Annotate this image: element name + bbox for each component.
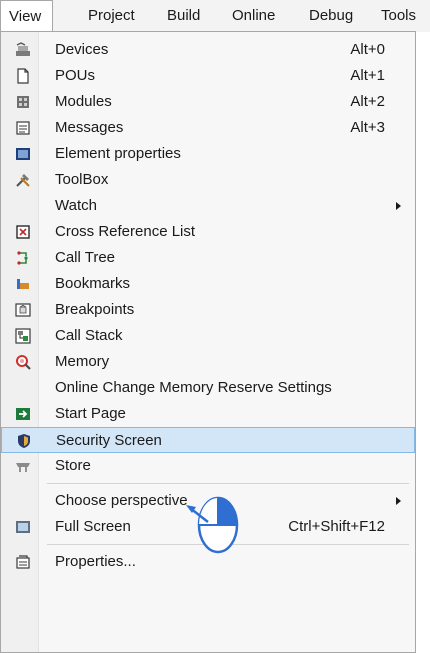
menu-item-cross-reference-list[interactable]: Cross Reference List — [1, 219, 415, 245]
view-dropdown-menu: Devices Alt+0 POUs Alt+1 Modules Alt+2 M… — [0, 31, 416, 653]
memory-icon — [16, 355, 31, 370]
start-page-icon — [16, 408, 30, 420]
menu-item-online-change-memory-reserve-settings[interactable]: Online Change Memory Reserve Settings — [1, 375, 415, 401]
menu-item-choose-perspective[interactable]: Choose perspective — [1, 488, 415, 514]
menu-item-security-screen[interactable]: Security Screen — [1, 427, 415, 453]
bookmarks-icon — [17, 279, 29, 289]
full-screen-icon — [16, 521, 30, 533]
menu-item-shortcut: Alt+0 — [350, 41, 385, 58]
menu-item-shortcut: Alt+2 — [350, 93, 385, 110]
menu-item-label: POUs — [55, 67, 96, 84]
menu-debug[interactable]: Debug — [309, 0, 353, 32]
menu-item-label: Start Page — [55, 405, 126, 422]
menu-item-label: Properties... — [55, 553, 136, 570]
devices-icon — [16, 42, 30, 56]
menu-item-label: Call Tree — [55, 249, 116, 266]
menu-item-properties[interactable]: Properties... — [1, 549, 415, 575]
menu-separator — [47, 483, 409, 484]
menu-item-shortcut: Ctrl+Shift+F12 — [288, 518, 385, 535]
pous-icon — [17, 68, 29, 84]
menu-item-store[interactable]: Store — [1, 453, 415, 479]
menu-item-label: Watch — [55, 197, 97, 214]
menu-item-call-stack[interactable]: Call Stack — [1, 323, 415, 349]
menu-item-breakpoints[interactable]: Breakpoints — [1, 297, 415, 323]
element-properties-icon — [16, 148, 30, 160]
menu-item-label: Messages — [55, 119, 124, 136]
menu-item-label: Modules — [55, 93, 112, 110]
toolbox-icon — [16, 174, 30, 187]
menu-item-label: ToolBox — [55, 171, 109, 188]
menu-tools[interactable]: Tools — [381, 0, 416, 32]
menu-item-shortcut: Alt+1 — [350, 67, 385, 84]
security-shield-icon — [18, 434, 30, 448]
menu-separator — [47, 544, 409, 545]
menu-item-label: Breakpoints — [55, 301, 135, 318]
menu-item-call-tree[interactable]: Call Tree — [1, 245, 415, 271]
messages-icon — [16, 121, 30, 135]
menu-item-label: Call Stack — [55, 327, 123, 344]
menu-bar: View Project Build Online Debug Tools — [0, 0, 430, 32]
menu-item-memory[interactable]: Memory — [1, 349, 415, 375]
menu-item-bookmarks[interactable]: Bookmarks — [1, 271, 415, 297]
cross-reference-icon — [16, 225, 30, 239]
menu-item-label: Security Screen — [56, 432, 162, 449]
menu-item-full-screen[interactable]: Full Screen Ctrl+Shift+F12 — [1, 514, 415, 540]
menu-item-label: Online Change Memory Reserve Settings — [55, 379, 332, 396]
menu-project[interactable]: Project — [88, 0, 135, 32]
menu-item-element-properties[interactable]: Element properties — [1, 141, 415, 167]
menu-item-watch[interactable]: Watch — [1, 193, 415, 219]
menu-item-label: Store — [55, 457, 91, 474]
menu-item-pous[interactable]: POUs Alt+1 — [1, 63, 415, 89]
menu-item-label: Bookmarks — [55, 275, 131, 292]
menu-item-label: Devices — [55, 41, 109, 58]
menu-item-start-page[interactable]: Start Page — [1, 401, 415, 427]
menu-item-modules[interactable]: Modules Alt+2 — [1, 89, 415, 115]
breakpoints-icon — [15, 303, 31, 317]
menu-item-messages[interactable]: Messages Alt+3 — [1, 115, 415, 141]
menu-item-label: Full Screen — [55, 518, 131, 535]
menu-view[interactable]: View — [0, 0, 53, 32]
menu-build[interactable]: Build — [167, 0, 200, 32]
properties-icon — [16, 555, 30, 569]
menu-item-label: Cross Reference List — [55, 223, 196, 240]
menu-online[interactable]: Online — [232, 0, 275, 32]
menu-item-label: Element properties — [55, 145, 181, 162]
menu-item-label: Memory — [55, 353, 110, 370]
menu-item-toolbox[interactable]: ToolBox — [1, 167, 415, 193]
call-stack-icon — [15, 328, 31, 344]
store-icon — [16, 463, 30, 472]
menu-item-label: Choose perspective — [55, 492, 188, 509]
menu-item-shortcut: Alt+3 — [350, 119, 385, 136]
call-tree-icon — [17, 251, 28, 265]
modules-icon — [17, 96, 29, 108]
submenu-arrow-icon — [396, 497, 401, 505]
submenu-arrow-icon — [396, 202, 401, 210]
menu-item-devices[interactable]: Devices Alt+0 — [1, 37, 415, 63]
